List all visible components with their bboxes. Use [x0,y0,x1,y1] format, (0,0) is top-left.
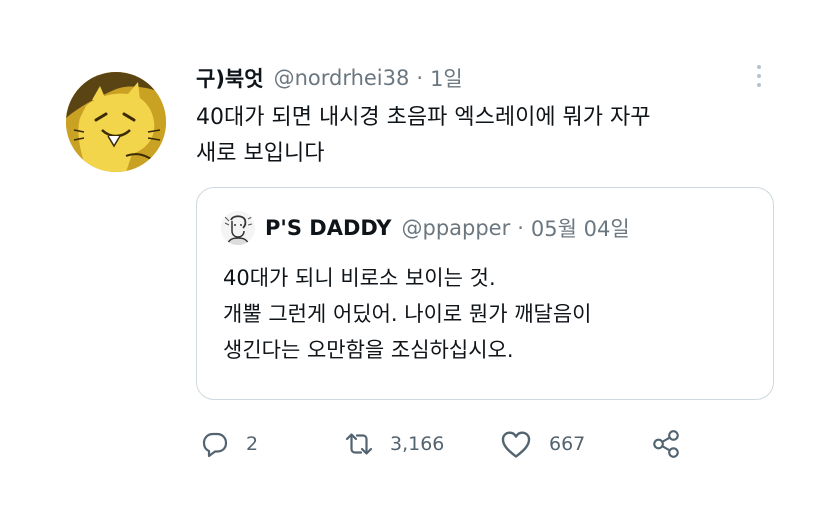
quoted-text-line: 생긴다는 오만함을 조심하십시오. [223,338,514,362]
more-options-icon[interactable] [752,62,766,90]
quoted-tweet[interactable]: P'S DADDY @ppapper · 05월 04일 40대가 되니 비로소… [196,187,774,400]
reply-count: 2 [246,433,259,455]
like-count: 667 [549,433,586,455]
share-icon [650,428,682,460]
sketch-portrait-avatar-icon [221,211,255,245]
tweet-timestamp[interactable]: 1일 [430,63,463,93]
separator-dot: · [517,216,524,240]
author-display-name[interactable]: 구)북엇 [196,63,264,93]
retweet-count: 3,166 [390,433,445,455]
tweet-card[interactable]: 구)북엇 @nordrhei38 · 1일 40대가 되면 내시경 초음파 엑스… [0,0,835,527]
share-button[interactable] [650,424,682,464]
cartoon-cat-avatar-icon[interactable] [66,72,166,172]
tweet-header: 구)북엇 @nordrhei38 · 1일 [196,62,463,94]
tweet-text: 40대가 되면 내시경 초음파 엑스레이에 뭐가 자꾸 새로 보입니다 [196,100,796,172]
quoted-tweet-header: P'S DADDY @ppapper · 05월 04일 [221,210,630,246]
author-handle[interactable]: @nordrhei38 [274,66,410,90]
heart-icon [499,427,533,461]
retweet-icon [344,429,374,459]
quoted-timestamp: 05월 04일 [530,217,630,241]
quoted-text-line: 40대가 되니 비로소 보이는 것. [223,266,496,290]
retweet-button[interactable]: 3,166 [344,424,444,464]
quoted-text-line: 개뿔 그런게 어딨어. 나이로 뭔가 깨달음이 [223,302,592,326]
quoted-tweet-text: 40대가 되니 비로소 보이는 것. 개뿔 그런게 어딨어. 나이로 뭔가 깨달… [223,260,753,368]
reply-icon [200,429,230,459]
quoted-handle: @ppapper [401,216,511,240]
reply-button[interactable]: 2 [200,424,258,464]
tweet-text-line: 새로 보입니다 [196,141,325,166]
like-button[interactable]: 667 [499,424,585,464]
quoted-display-name: P'S DADDY [265,216,392,240]
action-bar: 2 3,166 667 [200,424,720,464]
separator-dot: · [416,66,424,90]
tweet-text-line: 40대가 되면 내시경 초음파 엑스레이에 뭐가 자꾸 [196,105,651,130]
